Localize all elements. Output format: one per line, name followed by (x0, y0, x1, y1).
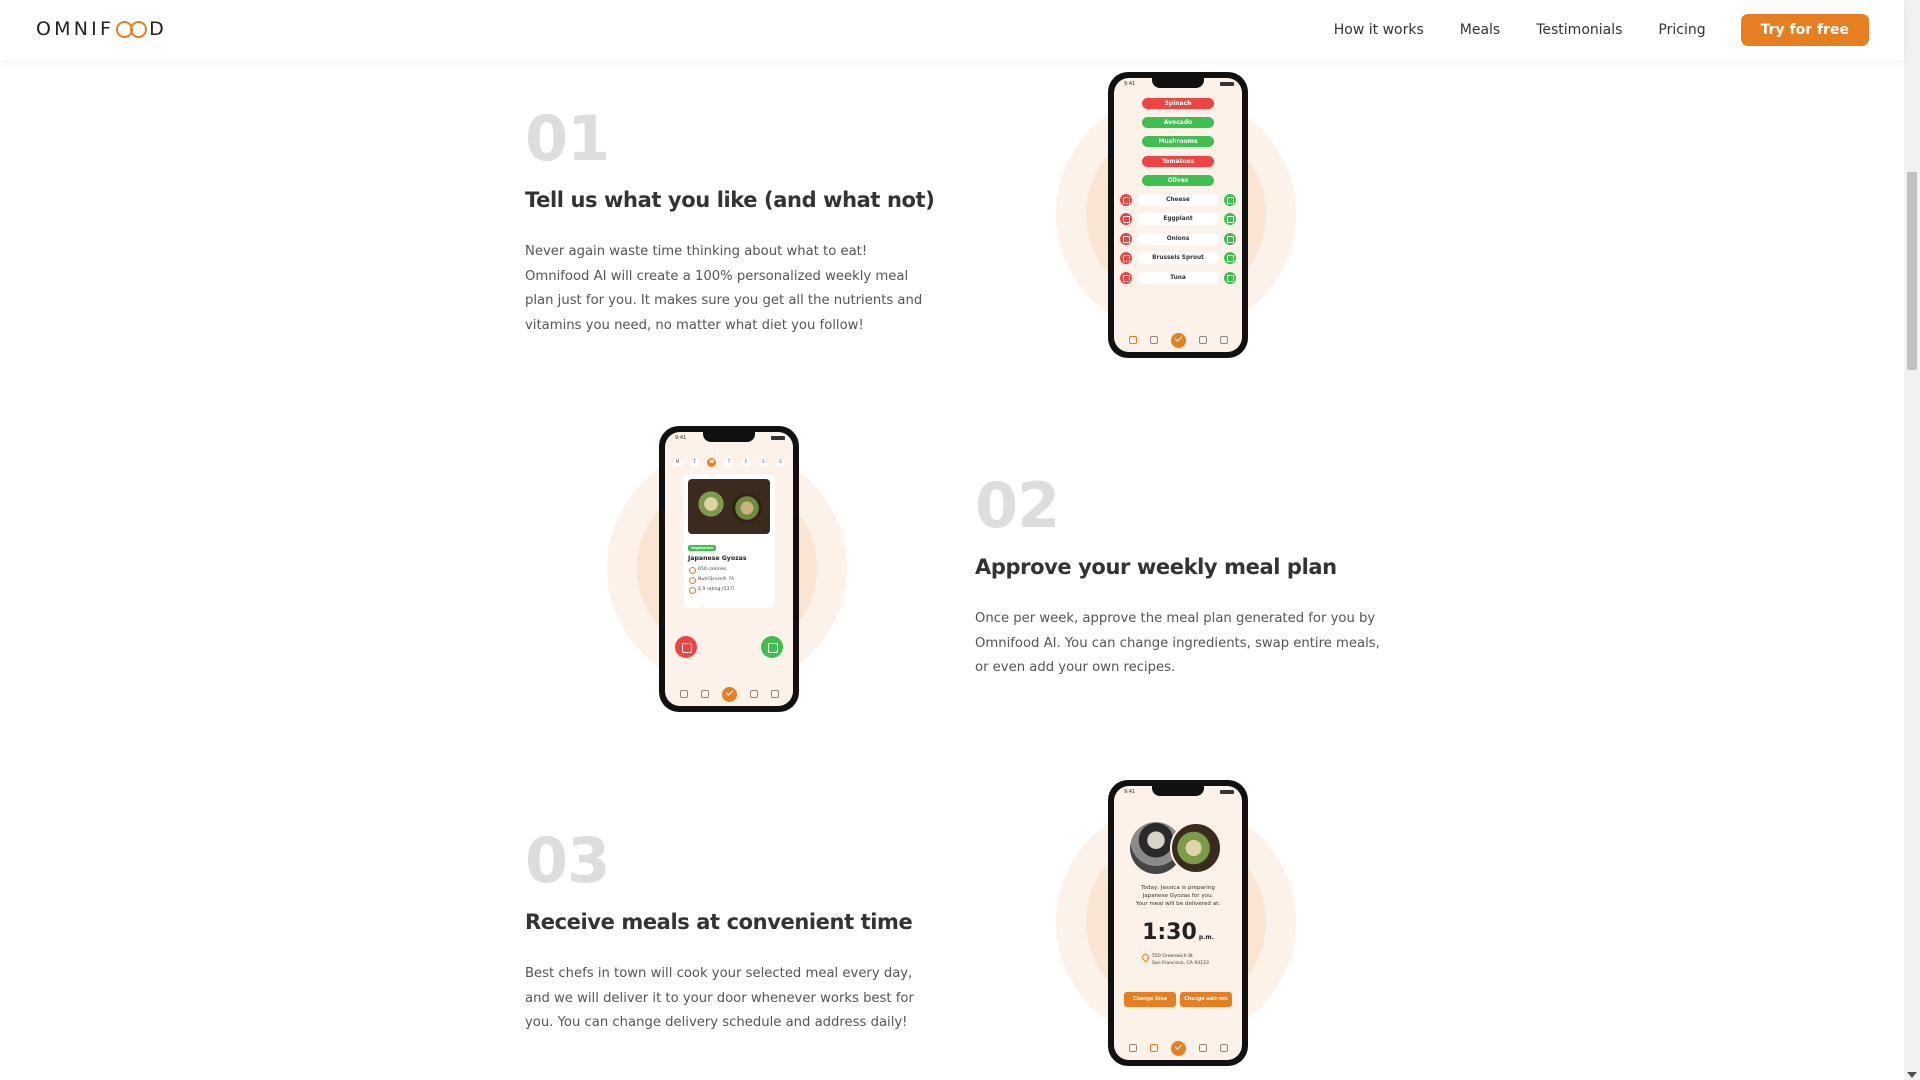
scroll-down-arrow-icon[interactable] (1907, 1072, 1917, 1078)
pref-row: Eggplant (1120, 213, 1236, 225)
logo-text-prefix: OMNIF (36, 18, 115, 40)
phone-screen: 9:41 Spinach Avocado Mushrooms Tomatoes … (1114, 78, 1242, 352)
like-icon (1224, 213, 1236, 225)
phone-tabbar (1114, 328, 1242, 352)
step-1-illustration: 9:41 Spinach Avocado Mushrooms Tomatoes … (1056, 72, 1296, 362)
change-address-button: Change address (1180, 992, 1232, 1007)
delivery-message: Today, Jessica is preparing Japanese Gyo… (1135, 885, 1221, 908)
pref-row: Cheese (1120, 194, 1236, 206)
delivery-address: 550 Greenwich St San Francisco, CA 94133 (1152, 954, 1209, 966)
step-description: Once per week, approve the meal plan gen… (975, 611, 1380, 675)
check-icon (721, 686, 737, 702)
tab-icon (1198, 336, 1207, 344)
step-number: 02 (975, 469, 1060, 542)
phone-mockup: 9:41 MTWTFSS Vegetarian Japanese Gyozas … (659, 426, 799, 712)
step-description: Never again waste time thinking about wh… (525, 244, 923, 333)
pref-pill: Olives (1142, 175, 1214, 186)
step-2-illustration: 9:41 MTWTFSS Vegetarian Japanese Gyozas … (607, 426, 847, 716)
nav-link-pricing[interactable]: Pricing (1658, 14, 1705, 46)
meal-attr: 650 calories (688, 567, 770, 574)
step-title: Tell us what you like (and what not) (525, 188, 935, 212)
dislike-icon (1120, 194, 1132, 206)
phone-tabbar (665, 682, 793, 706)
meal-tag: Vegetarian (688, 545, 717, 551)
phone-mockup: 9:41 Spinach Avocado Mushrooms Tomatoes … (1108, 72, 1248, 358)
tab-icon (1219, 336, 1228, 344)
site-header: OMNIF D How it works Meals Testimonials … (0, 0, 1904, 60)
pref-pill: Mushrooms (1142, 136, 1214, 147)
phone-screen: 9:41 Today, Jessica is preparing Japanes… (1114, 786, 1242, 1060)
dislike-icon (1120, 233, 1132, 245)
step-description: Best chefs in town will cook your select… (525, 966, 914, 1030)
logo-double-o-icon (116, 20, 148, 38)
change-time-button: Change time (1124, 992, 1176, 1007)
dislike-icon (1120, 252, 1132, 264)
step-title: Receive meals at convenient time (525, 910, 913, 934)
step-2-text: 02 Approve your weekly meal plan Once pe… (975, 475, 1395, 681)
pref-row: Brussels Sprout (1120, 252, 1236, 264)
try-for-free-button[interactable]: Try for free (1740, 14, 1869, 46)
calendar-icon (1149, 1044, 1158, 1052)
step-title: Approve your weekly meal plan (975, 555, 1337, 579)
tab-icon (1149, 336, 1158, 344)
pref-row: Tuna (1120, 272, 1236, 284)
tab-icon (700, 690, 709, 698)
tab-icon (1128, 1044, 1137, 1052)
location-pin-icon (1140, 952, 1151, 963)
step-number: 03 (525, 824, 610, 897)
step-3-text: 03 Receive meals at convenient time Best… (525, 830, 935, 1036)
tab-icon (1198, 1044, 1207, 1052)
phone-screen: 9:41 MTWTFSS Vegetarian Japanese Gyozas … (665, 432, 793, 706)
meal-photo (1170, 822, 1222, 874)
nav-link-testimonials[interactable]: Testimonials (1536, 14, 1622, 46)
step-1-text: 01 Tell us what you like (and what not) … (525, 108, 935, 338)
pref-pill: Spinach (1142, 98, 1214, 109)
nav-link-meals[interactable]: Meals (1460, 14, 1500, 46)
pref-row: Onions (1120, 233, 1236, 245)
meal-attr: NutriScore® 74 (688, 577, 770, 584)
logo-text-suffix: D (149, 18, 167, 40)
nav-link-how-it-works[interactable]: How it works (1334, 14, 1424, 46)
pref-pill: Avocado (1142, 117, 1214, 128)
main-nav: How it works Meals Testimonials Pricing … (1298, 14, 1869, 46)
meal-photo (688, 479, 770, 534)
meal-card: Vegetarian Japanese Gyozas 650 calories … (683, 474, 775, 608)
phone-mockup: 9:41 Today, Jessica is preparing Japanes… (1108, 780, 1248, 1066)
meal-name: Japanese Gyozas (688, 555, 747, 562)
weekday-selector: MTWTFSS (673, 458, 785, 467)
tab-icon (749, 690, 758, 698)
pref-pill: Tomatoes (1142, 156, 1214, 167)
dislike-icon (1120, 213, 1132, 225)
tab-icon (1128, 336, 1137, 344)
check-icon (1170, 1040, 1186, 1056)
thumbs-up-icon (761, 636, 783, 658)
thumbs-down-icon (675, 636, 697, 658)
step-number: 01 (525, 102, 610, 175)
meal-attr: 4.9 rating (537) (688, 587, 770, 594)
delivery-time: 1:30 p.m. (1142, 920, 1214, 945)
like-icon (1224, 194, 1236, 206)
phone-tabbar (1114, 1036, 1242, 1060)
step-3-illustration: 9:41 Today, Jessica is preparing Japanes… (1056, 780, 1296, 1070)
tab-icon (679, 690, 688, 698)
like-icon (1224, 272, 1236, 284)
tab-icon (770, 690, 779, 698)
check-icon (1170, 332, 1186, 348)
logo[interactable]: OMNIF D (36, 17, 167, 41)
page-scrollbar[interactable] (1904, 0, 1920, 1080)
like-icon (1224, 233, 1236, 245)
scrollbar-thumb[interactable] (1907, 172, 1917, 370)
tab-icon (1219, 1044, 1228, 1052)
like-icon (1224, 252, 1236, 264)
dislike-icon (1120, 272, 1132, 284)
